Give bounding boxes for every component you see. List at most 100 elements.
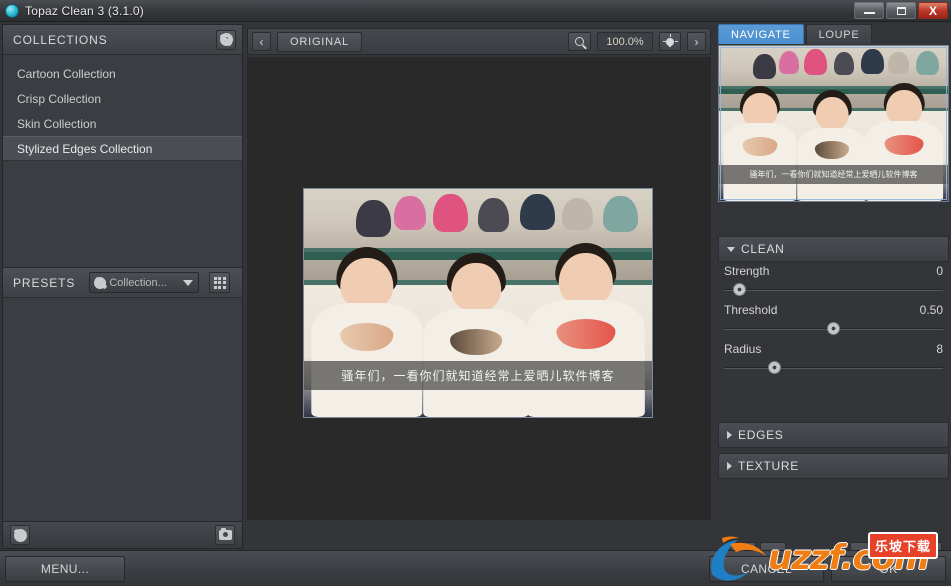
slider-threshold-knob[interactable] bbox=[827, 322, 840, 335]
slider-radius-value: 8 bbox=[936, 342, 943, 356]
collections-panel: COLLECTIONS Cartoon Collection Crisp Col… bbox=[2, 24, 243, 549]
menu-button[interactable]: MENU... bbox=[5, 556, 125, 582]
grid-view-icon bbox=[213, 276, 226, 289]
photo-bg-person bbox=[432, 193, 468, 233]
chevron-left-icon: ‹ bbox=[259, 34, 264, 49]
photo-head bbox=[451, 263, 502, 313]
presets-panel: PRESETS Collection... bbox=[3, 267, 242, 549]
slider-radius-head: Radius 8 bbox=[724, 342, 943, 356]
slider-radius-track[interactable] bbox=[724, 361, 943, 375]
slider-strength-label: Strength bbox=[724, 264, 770, 278]
slider-radius: Radius 8 bbox=[718, 342, 949, 375]
preset-dropdown-value: Collection... bbox=[109, 276, 167, 289]
section-edges-header[interactable]: EDGES bbox=[718, 422, 949, 448]
camera-icon bbox=[218, 527, 232, 540]
gear-icon bbox=[14, 529, 26, 541]
slider-strength-track[interactable] bbox=[724, 283, 943, 297]
photo-bg-person bbox=[519, 193, 555, 231]
section-texture-label: TEXTURE bbox=[738, 459, 799, 473]
next-view-button[interactable]: › bbox=[687, 32, 706, 51]
slider-threshold-head: Threshold 0.50 bbox=[724, 303, 943, 317]
photo-shirt bbox=[310, 302, 423, 417]
collections-header: COLLECTIONS bbox=[3, 25, 242, 55]
photo-bg-person bbox=[561, 198, 593, 231]
photo-caption: 骚年们，一看你们就知道经常上爱晒儿软件博客 bbox=[304, 361, 652, 390]
photo-bg-person bbox=[478, 198, 510, 233]
tab-loupe[interactable]: LOUPE bbox=[805, 24, 873, 44]
application-window: Topaz Clean 3 (3.1.0) X COLLECTIONS Cart… bbox=[0, 0, 951, 586]
slider-strength-value: 0 bbox=[936, 264, 943, 278]
collection-item-stylized-edges[interactable]: Stylized Edges Collection bbox=[3, 136, 242, 161]
maximize-icon bbox=[896, 6, 906, 15]
main-photo[interactable]: 骚年们，一看你们就知道经常上爱晒儿软件博客 bbox=[303, 188, 653, 418]
original-view-button[interactable]: ORIGINAL bbox=[277, 31, 362, 52]
slider-strength-head: Strength 0 bbox=[724, 264, 943, 278]
slider-strength: Strength 0 bbox=[718, 264, 949, 297]
presets-header: PRESETS Collection... bbox=[3, 268, 242, 298]
collections-title: COLLECTIONS bbox=[13, 32, 108, 47]
photo-bg-person bbox=[394, 195, 426, 231]
triangle-down-icon bbox=[727, 246, 735, 252]
minimize-button[interactable] bbox=[854, 2, 884, 19]
caret-down-icon bbox=[183, 279, 194, 286]
collections-empty-area bbox=[3, 161, 242, 235]
snapshot-button[interactable] bbox=[215, 525, 235, 545]
presets-title: PRESETS bbox=[13, 275, 76, 290]
slider-threshold: Threshold 0.50 bbox=[718, 303, 949, 336]
close-button[interactable]: X bbox=[918, 2, 948, 19]
slider-strength-knob[interactable] bbox=[732, 283, 746, 296]
cancel-button[interactable]: CANCEL bbox=[709, 556, 824, 582]
section-clean-body: Strength 0 Threshold 0.50 Radius 8 bbox=[718, 264, 949, 381]
photo-person-left bbox=[310, 244, 423, 417]
collections-settings-button[interactable] bbox=[216, 29, 236, 50]
chevron-right-icon: › bbox=[694, 34, 699, 49]
title-bar: Topaz Clean 3 (3.1.0) X bbox=[0, 0, 951, 22]
collections-list: Cartoon Collection Crisp Collection Skin… bbox=[3, 55, 242, 235]
canvas-toolbar: ‹ ORIGINAL 100.0% › bbox=[247, 28, 711, 55]
navigator-preview[interactable]: 骚年们，一看你们就知道经常上爱晒儿软件博客 bbox=[718, 45, 949, 202]
presets-thumbnail-area bbox=[3, 298, 242, 549]
collection-item-cartoon[interactable]: Cartoon Collection bbox=[3, 61, 242, 86]
slider-threshold-track[interactable] bbox=[724, 322, 943, 336]
magnifier-icon bbox=[575, 37, 584, 46]
navigator-tabs: NAVIGATE LOUPE bbox=[715, 24, 949, 44]
panel-settings-button[interactable] bbox=[10, 525, 30, 545]
slider-threshold-value: 0.50 bbox=[919, 303, 943, 317]
section-texture-header[interactable]: TEXTURE bbox=[718, 453, 949, 479]
lighting-toggle-button[interactable] bbox=[659, 32, 681, 51]
lightbulb-icon bbox=[662, 34, 678, 49]
collection-item-crisp[interactable]: Crisp Collection bbox=[3, 86, 242, 111]
ok-button[interactable]: OK bbox=[831, 556, 946, 582]
maximize-button[interactable] bbox=[886, 2, 916, 19]
left-panel-bottom-strip bbox=[2, 521, 243, 549]
window-controls: X bbox=[854, 2, 948, 19]
gear-icon bbox=[95, 277, 106, 288]
slider-radius-label: Radius bbox=[724, 342, 762, 356]
navigator-viewport-frame[interactable] bbox=[720, 47, 947, 200]
window-title: Topaz Clean 3 (3.1.0) bbox=[25, 3, 144, 18]
slider-radius-knob[interactable] bbox=[767, 361, 781, 374]
slider-threshold-label: Threshold bbox=[724, 303, 778, 317]
photo-person-center bbox=[422, 248, 530, 417]
bottom-bar: MENU... CANCEL OK bbox=[0, 550, 951, 586]
image-canvas[interactable]: 骚年们，一看你们就知道经常上爱晒儿软件博客 bbox=[247, 57, 711, 520]
toolbar-right-group: 100.0% › bbox=[568, 32, 706, 51]
photo-person-right bbox=[526, 239, 646, 417]
slider-track-line bbox=[724, 367, 943, 369]
preset-collection-dropdown[interactable]: Collection... bbox=[89, 272, 200, 293]
section-clean-header[interactable]: CLEAN bbox=[718, 236, 949, 262]
collection-item-skin[interactable]: Skin Collection bbox=[3, 111, 242, 136]
preset-grid-view-button[interactable] bbox=[209, 272, 231, 293]
topaz-orb-icon bbox=[5, 3, 19, 18]
zoom-tool-button[interactable] bbox=[568, 32, 591, 51]
section-clean-label: CLEAN bbox=[741, 242, 785, 256]
section-edges-label: EDGES bbox=[738, 428, 784, 442]
previous-view-button[interactable]: ‹ bbox=[252, 32, 271, 51]
tab-navigate[interactable]: NAVIGATE bbox=[718, 24, 804, 44]
photo-shirt-print bbox=[339, 323, 394, 352]
adjustments-panel: NAVIGATE LOUPE 骚年们，一看你们就知道经常上爱晒儿软件博客 CLE… bbox=[715, 24, 949, 564]
minimize-icon bbox=[863, 12, 875, 14]
triangle-right-icon bbox=[727, 431, 732, 439]
zoom-level-value[interactable]: 100.0% bbox=[597, 32, 653, 51]
photo-shirt bbox=[526, 299, 646, 417]
